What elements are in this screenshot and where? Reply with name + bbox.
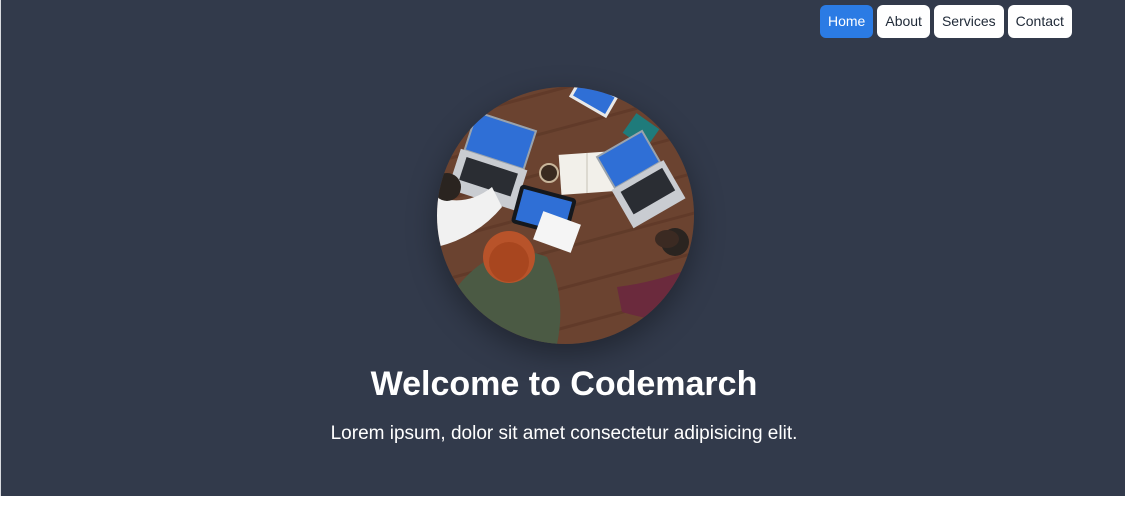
nav-home-button[interactable]: Home: [820, 5, 874, 38]
hero-section: Home About Services Contact Welcome to C…: [0, 0, 1125, 496]
nav-about-button[interactable]: About: [877, 5, 930, 38]
nav-services-button[interactable]: Services: [933, 5, 1004, 38]
hero-image: [437, 87, 694, 344]
hero-title: Welcome to Codemarch: [370, 365, 758, 403]
nav-contact-button[interactable]: Contact: [1007, 5, 1072, 38]
hero-subtitle: Lorem ipsum, dolor sit amet consectetur …: [330, 423, 798, 444]
main-nav: Home About Services Contact: [820, 5, 1072, 38]
